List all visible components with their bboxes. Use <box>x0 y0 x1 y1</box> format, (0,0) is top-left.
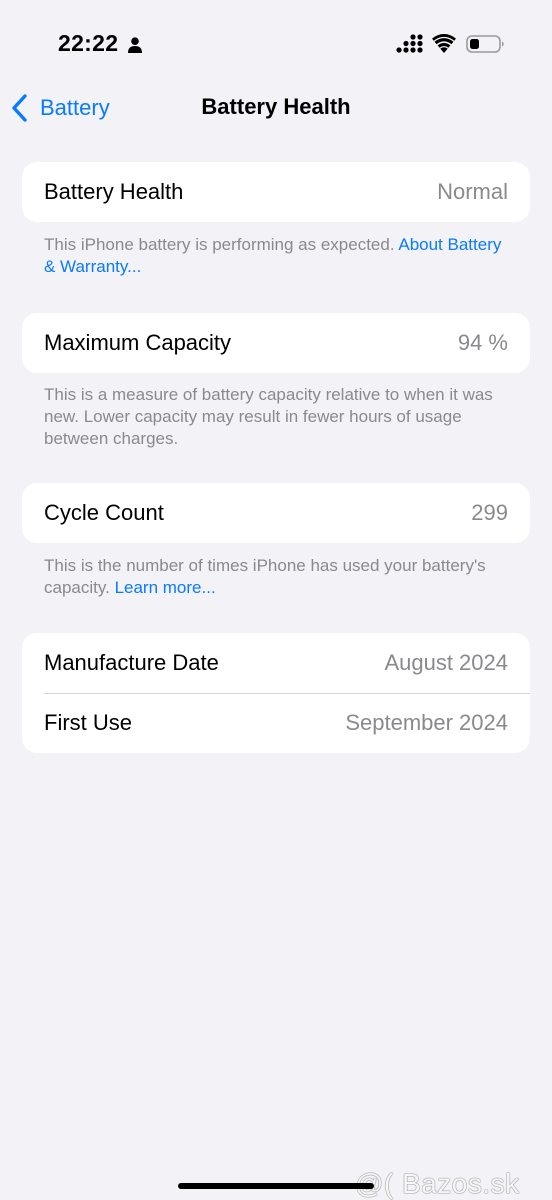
cycle-count-value: 299 <box>471 500 508 525</box>
battery-health-row: Battery Health Normal <box>22 162 530 222</box>
maximum-capacity-footnote-text: This is a measure of battery capacity re… <box>44 385 493 448</box>
battery-health-value: Normal <box>437 179 508 204</box>
battery-health-footnote: This iPhone battery is performing as exp… <box>44 234 514 278</box>
manufacture-date-label: Manufacture Date <box>44 650 219 675</box>
status-time: 22:22 <box>58 30 119 56</box>
cycle-count-footnote-text: This is the number of times iPhone has u… <box>44 556 486 597</box>
maximum-capacity-group: Maximum Capacity 94 % <box>22 313 530 373</box>
first-use-value: September 2024 <box>345 710 508 735</box>
battery-icon <box>466 35 504 53</box>
first-use-label: First Use <box>44 710 132 735</box>
status-bar: 22:22 <box>0 0 552 88</box>
wifi-icon <box>432 34 456 53</box>
person-icon <box>128 37 142 53</box>
cycle-count-row: Cycle Count 299 <box>22 483 530 543</box>
page-title: Battery Health <box>201 94 351 119</box>
maximum-capacity-label: Maximum Capacity <box>44 330 232 355</box>
cellular-signal-icon <box>396 34 423 53</box>
battery-health-footnote-text: This iPhone battery is performing as exp… <box>44 235 399 254</box>
learn-more-link[interactable]: Learn more... <box>115 578 216 597</box>
dates-group: Manufacture Date August 2024 First Use S… <box>22 633 530 753</box>
bazos-watermark: @( Bazos.sk <box>355 1168 520 1199</box>
cycle-count-label: Cycle Count <box>44 500 164 525</box>
first-use-row: First Use September 2024 <box>22 693 530 753</box>
manufacture-date-row: Manufacture Date August 2024 <box>22 633 530 693</box>
maximum-capacity-footnote: This is a measure of battery capacity re… <box>44 384 514 450</box>
cycle-count-footnote: This is the number of times iPhone has u… <box>44 555 514 599</box>
maximum-capacity-value: 94 % <box>457 330 508 355</box>
maximum-capacity-row: Maximum Capacity 94 % <box>22 313 530 373</box>
battery-health-group: Battery Health Normal <box>22 162 530 222</box>
manufacture-date-value: August 2024 <box>384 650 508 675</box>
battery-health-label: Battery Health <box>44 179 184 204</box>
home-indicator[interactable] <box>178 1183 374 1189</box>
cycle-count-group: Cycle Count 299 <box>22 483 530 543</box>
